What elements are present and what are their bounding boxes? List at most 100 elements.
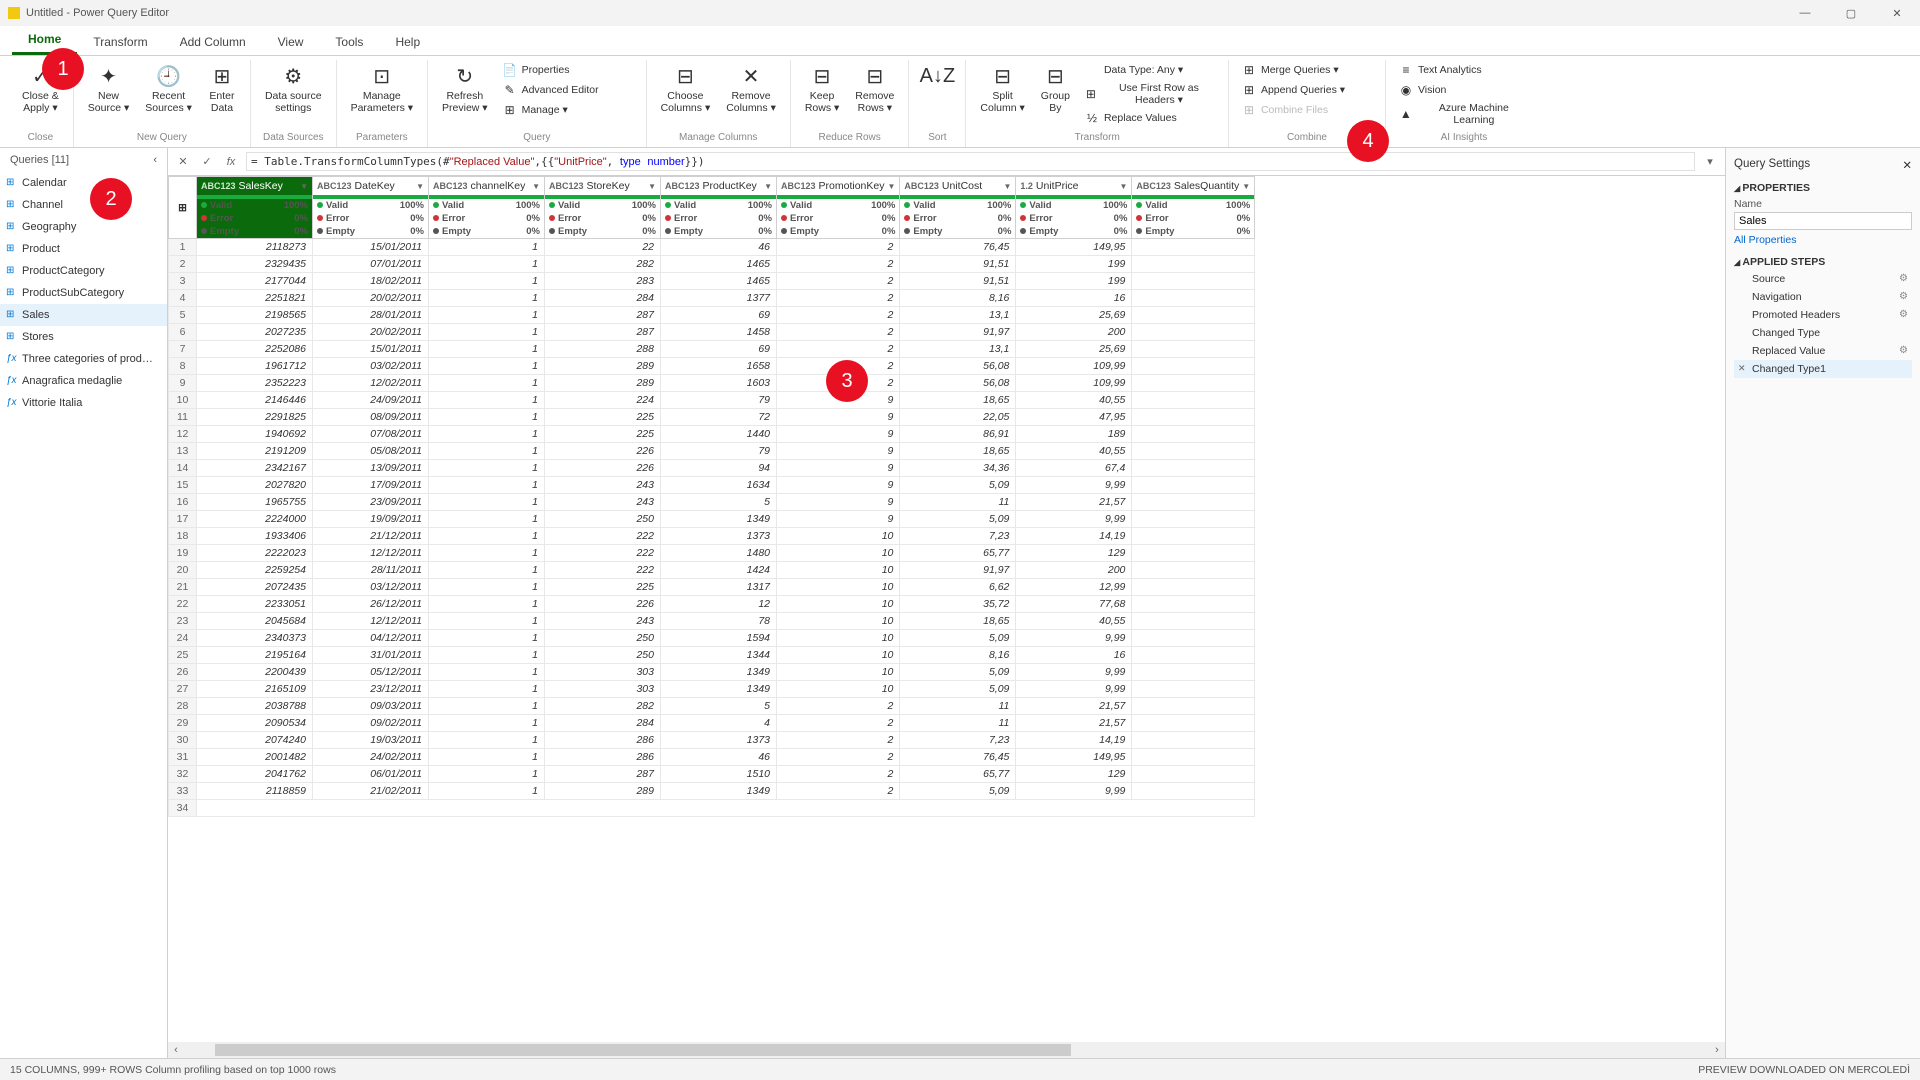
cell[interactable]: 282 [545,698,661,715]
ribbon-manage-[interactable]: ⊞Manage ▾ [498,100,638,120]
cell[interactable]: 2 [777,273,900,290]
cell[interactable]: 199 [1016,256,1132,273]
cell[interactable]: 2027820 [197,477,313,494]
cell[interactable]: 149,95 [1016,239,1132,256]
cell[interactable]: 109,99 [1016,375,1132,392]
cell[interactable]: 2252086 [197,341,313,358]
cell[interactable]: 225 [545,426,661,443]
cell[interactable] [1132,409,1255,426]
cell[interactable]: 243 [545,477,661,494]
cell[interactable] [1132,783,1255,800]
cell[interactable]: 1465 [661,273,777,290]
close-window-button[interactable]: ✕ [1874,0,1920,26]
cell[interactable] [1132,613,1255,630]
cell[interactable]: 72 [661,409,777,426]
cell[interactable]: 284 [545,715,661,732]
row-number[interactable]: 10 [169,392,197,409]
cell[interactable]: 1 [429,630,545,647]
cell[interactable]: 13/09/2011 [313,460,429,477]
ribbon-use-first-row-as-headers-[interactable]: ⊞Use First Row as Headers ▾ [1080,80,1220,108]
cell[interactable]: 1377 [661,290,777,307]
table-row[interactable]: 29209053409/02/20111284421121,57 [169,715,1255,732]
cell[interactable]: 9,99 [1016,630,1132,647]
data-grid-wrap[interactable]: ⊞ABC123SalesKey▼Valid100%Error0%Empty0%A… [168,176,1725,1042]
tab-view[interactable]: View [262,29,320,55]
ribbon-append-queries-[interactable]: ⊞Append Queries ▾ [1237,80,1377,100]
cell[interactable]: 1510 [661,766,777,783]
cell[interactable]: 2146446 [197,392,313,409]
cell[interactable]: 9 [777,409,900,426]
ribbon-replace-values[interactable]: ½Replace Values [1080,108,1220,128]
row-number[interactable]: 4 [169,290,197,307]
cell[interactable]: 129 [1016,545,1132,562]
table-row[interactable]: 28203878809/03/20111282521121,57 [169,698,1255,715]
cell[interactable]: 226 [545,460,661,477]
cell[interactable]: 1344 [661,647,777,664]
row-number[interactable]: 8 [169,358,197,375]
table-row[interactable]: 13219120905/08/2011122679918,6540,55 [169,443,1255,460]
ribbon-properties[interactable]: 📄Properties [498,60,638,80]
row-number[interactable]: 13 [169,443,197,460]
column-header-unitcost[interactable]: ABC123UnitCost▼Valid100%Error0%Empty0% [900,177,1016,239]
table-row[interactable]: 1211827315/01/201112246276,45149,95 [169,239,1255,256]
cell[interactable]: 91,97 [900,562,1016,579]
applied-steps-label[interactable]: APPLIED STEPS [1734,250,1912,270]
cell[interactable]: 287 [545,766,661,783]
cell[interactable] [1132,290,1255,307]
cell[interactable]: 5,09 [900,511,1016,528]
cell[interactable]: 1 [429,239,545,256]
cell[interactable]: 288 [545,341,661,358]
cell[interactable]: 13,1 [900,307,1016,324]
cell[interactable]: 12/12/2011 [313,545,429,562]
cell[interactable] [1132,324,1255,341]
cell[interactable]: 2 [777,307,900,324]
column-header-channelkey[interactable]: ABC123channelKey▼Valid100%Error0%Empty0% [429,177,545,239]
cell[interactable]: 2198565 [197,307,313,324]
cell[interactable]: 25,69 [1016,341,1132,358]
row-number[interactable]: 6 [169,324,197,341]
cell[interactable]: 65,77 [900,766,1016,783]
cell[interactable] [1132,494,1255,511]
cell[interactable] [1132,664,1255,681]
cell[interactable]: 03/02/2011 [313,358,429,375]
table-row[interactable]: 19222202312/12/2011122214801065,77129 [169,545,1255,562]
cell[interactable]: 9,99 [1016,477,1132,494]
cell[interactable]: 1 [429,664,545,681]
query-name-input[interactable] [1734,212,1912,230]
cell[interactable]: 2027235 [197,324,313,341]
cell[interactable]: 9,99 [1016,783,1132,800]
cell[interactable]: 222 [545,528,661,545]
cell[interactable]: 1 [429,681,545,698]
query-item-three-categories-of-products-ar-[interactable]: Three categories of products ar... [0,348,167,370]
table-row[interactable]: 2232943507/01/201112821465291,51199 [169,256,1255,273]
cell[interactable] [1132,460,1255,477]
ribbon-data-source-settings[interactable]: ⚙Data sourcesettings [259,60,328,130]
cell[interactable]: 1465 [661,256,777,273]
table-row[interactable]: 23204568412/12/20111243781018,6540,55 [169,613,1255,630]
cell[interactable]: 11 [900,494,1016,511]
fx-icon[interactable]: fx [222,153,240,171]
cell[interactable]: 2 [777,715,900,732]
column-dropdown-icon[interactable]: ▼ [1242,182,1250,191]
cell[interactable]: 65,77 [900,545,1016,562]
row-number[interactable]: 7 [169,341,197,358]
table-row[interactable]: 31200148224/02/2011128646276,45149,95 [169,749,1255,766]
table-row[interactable]: 9235222312/02/201112891603256,08109,99 [169,375,1255,392]
cell[interactable]: 2 [777,749,900,766]
cell[interactable]: 1 [429,579,545,596]
cell[interactable]: 1 [429,647,545,664]
cell[interactable]: 2165109 [197,681,313,698]
cell[interactable]: 1349 [661,511,777,528]
table-row[interactable]: 16196575523/09/20111243591121,57 [169,494,1255,511]
cell[interactable]: 2 [777,766,900,783]
cell[interactable]: 224 [545,392,661,409]
step-gear-icon[interactable]: ⚙ [1899,273,1908,285]
cell[interactable]: 4 [661,715,777,732]
cell[interactable]: 2 [777,698,900,715]
cell[interactable]: 9 [777,477,900,494]
cell[interactable]: 35,72 [900,596,1016,613]
cell[interactable]: 1 [429,290,545,307]
cell[interactable] [1132,766,1255,783]
column-dropdown-icon[interactable]: ▼ [300,182,308,191]
cell[interactable] [1132,528,1255,545]
